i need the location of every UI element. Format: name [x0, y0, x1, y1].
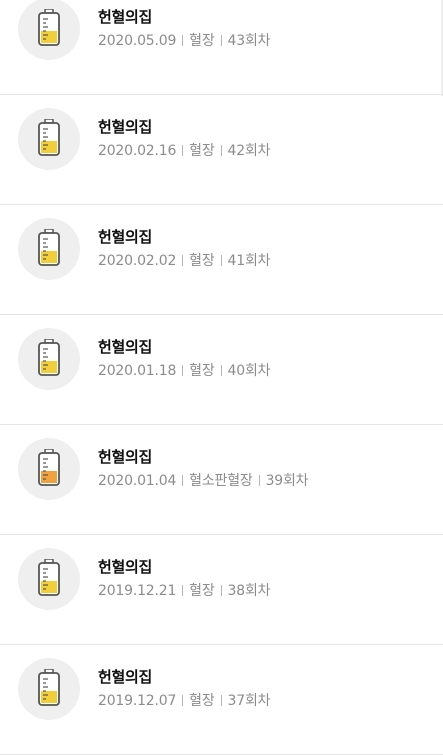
location-title: 헌혈의집 — [98, 558, 153, 576]
donation-record-row[interactable]: 헌혈의집 2020.01.04 혈소판혈장 39회차 — [0, 426, 443, 535]
record-meta: 2020.05.09 혈장 43회차 — [98, 30, 271, 50]
donation-date: 2020.02.16 — [98, 143, 177, 159]
blood-bag-icon — [18, 438, 80, 500]
donation-record-row[interactable]: 헌혈의집 2020.01.18 혈장 40회차 — [0, 316, 443, 425]
separator — [220, 695, 222, 706]
donation-record-row[interactable]: 헌혈의집 2019.12.07 혈장 37회차 — [0, 646, 443, 755]
blood-bag-icon — [18, 658, 80, 720]
separator — [220, 35, 222, 46]
separator — [220, 585, 222, 596]
donation-type: 혈장 — [189, 33, 215, 49]
donation-type: 혈장 — [189, 693, 215, 709]
donation-date: 2019.12.21 — [98, 583, 177, 599]
separator — [220, 365, 222, 376]
donation-type: 혈장 — [189, 363, 215, 379]
separator — [182, 365, 184, 376]
separator — [220, 255, 222, 266]
location-title: 헌혈의집 — [98, 118, 153, 136]
donation-count: 37회차 — [227, 693, 271, 709]
donation-record-row[interactable]: 헌혈의집 2020.05.09 혈장 43회차 — [0, 0, 443, 95]
record-meta: 2020.02.02 혈장 41회차 — [98, 250, 271, 270]
donation-type: 혈소판혈장 — [189, 473, 253, 489]
donation-record-row[interactable]: 헌혈의집 2020.02.16 혈장 42회차 — [0, 96, 443, 205]
donation-history-list: 헌혈의집 2020.05.09 혈장 43회차 헌혈의집 2020.02.16 혈장 42회차… — [0, 0, 443, 755]
record-meta: 2020.01.04 혈소판혈장 39회차 — [98, 470, 309, 490]
donation-count: 42회차 — [227, 143, 271, 159]
donation-count: 43회차 — [227, 33, 271, 49]
donation-count: 38회차 — [227, 583, 271, 599]
donation-date: 2020.01.04 — [98, 473, 177, 489]
donation-record-row[interactable]: 헌혈의집 2019.12.21 혈장 38회차 — [0, 536, 443, 645]
blood-bag-icon — [18, 328, 80, 390]
donation-count: 41회차 — [227, 253, 271, 269]
separator — [220, 145, 222, 156]
separator — [182, 695, 184, 706]
separator — [182, 475, 184, 486]
donation-date: 2019.12.07 — [98, 693, 177, 709]
record-meta: 2020.01.18 혈장 40회차 — [98, 360, 271, 380]
record-meta: 2019.12.21 혈장 38회차 — [98, 580, 271, 600]
location-title: 헌혈의집 — [98, 448, 153, 466]
blood-bag-icon — [18, 108, 80, 170]
location-title: 헌혈의집 — [98, 338, 153, 356]
donation-type: 혈장 — [189, 583, 215, 599]
record-meta: 2020.02.16 혈장 42회차 — [98, 140, 271, 160]
donation-type: 혈장 — [189, 143, 215, 159]
separator — [182, 145, 184, 156]
separator — [258, 475, 260, 486]
donation-count: 39회차 — [265, 473, 309, 489]
location-title: 헌혈의집 — [98, 228, 153, 246]
separator — [182, 35, 184, 46]
blood-bag-icon — [18, 548, 80, 610]
donation-date: 2020.02.02 — [98, 253, 177, 269]
separator — [182, 255, 184, 266]
donation-count: 40회차 — [227, 363, 271, 379]
donation-date: 2020.05.09 — [98, 33, 177, 49]
location-title: 헌혈의집 — [98, 668, 153, 686]
donation-type: 혈장 — [189, 253, 215, 269]
location-title: 헌혈의집 — [98, 8, 153, 26]
donation-date: 2020.01.18 — [98, 363, 177, 379]
blood-bag-icon — [18, 218, 80, 280]
donation-record-row[interactable]: 헌혈의집 2020.02.02 혈장 41회차 — [0, 206, 443, 315]
separator — [182, 585, 184, 596]
record-meta: 2019.12.07 혈장 37회차 — [98, 690, 271, 710]
blood-bag-icon — [18, 0, 80, 60]
